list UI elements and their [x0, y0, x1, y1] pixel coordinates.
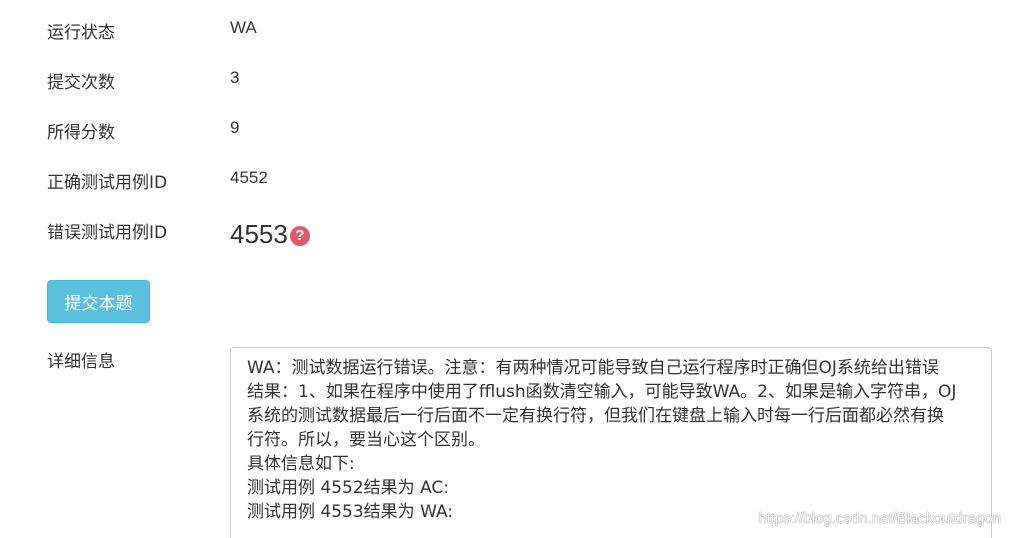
submit-count-value: 3 — [230, 68, 240, 87]
wrong-case-label: 错误测试用例ID — [47, 223, 168, 243]
correct-case-value: 4552 — [230, 168, 268, 187]
detail-line: 系统的测试数据最后一行后面不一定有换行符，但我们在键盘上输入时每一行后面都必然有… — [247, 406, 944, 426]
detail-line: WA：测试数据运行错误。注意：有两种情况可能导致自己运行程序时正确但OJ系统给出… — [247, 358, 939, 378]
detail-line: 结果：1、如果在程序中使用了fflush函数清空输入，可能导致WA。2、如果是输… — [247, 382, 957, 402]
detail-label: 详细信息 — [47, 352, 115, 372]
detail-line: 行符。所以，要当心这个区别。 — [247, 430, 485, 450]
status-value: WA — [230, 18, 257, 37]
wrong-case-value[interactable]: 4553 — [230, 219, 288, 250]
score-value: 9 — [230, 118, 240, 137]
submit-count-label: 提交次数 — [47, 73, 115, 93]
submit-problem-button[interactable]: 提交本题 — [47, 280, 150, 323]
question-circle-icon[interactable]: ? — [289, 225, 310, 246]
detail-line: 测试用例 4552结果为 AC: — [247, 478, 449, 498]
score-label: 所得分数 — [47, 123, 115, 143]
status-label: 运行状态 — [47, 23, 115, 43]
correct-case-label: 正确测试用例ID — [47, 173, 168, 193]
wrong-case-value-wrap: 4553 ? — [230, 219, 310, 250]
watermark: https://blog.csdn.net/Blackoutdragon — [758, 510, 1001, 527]
submission-result-page: 运行状态 WA 提交次数 3 所得分数 9 正确测试用例ID 4552 错误测试… — [0, 0, 1011, 538]
detail-line: 具体信息如下: — [247, 454, 355, 474]
